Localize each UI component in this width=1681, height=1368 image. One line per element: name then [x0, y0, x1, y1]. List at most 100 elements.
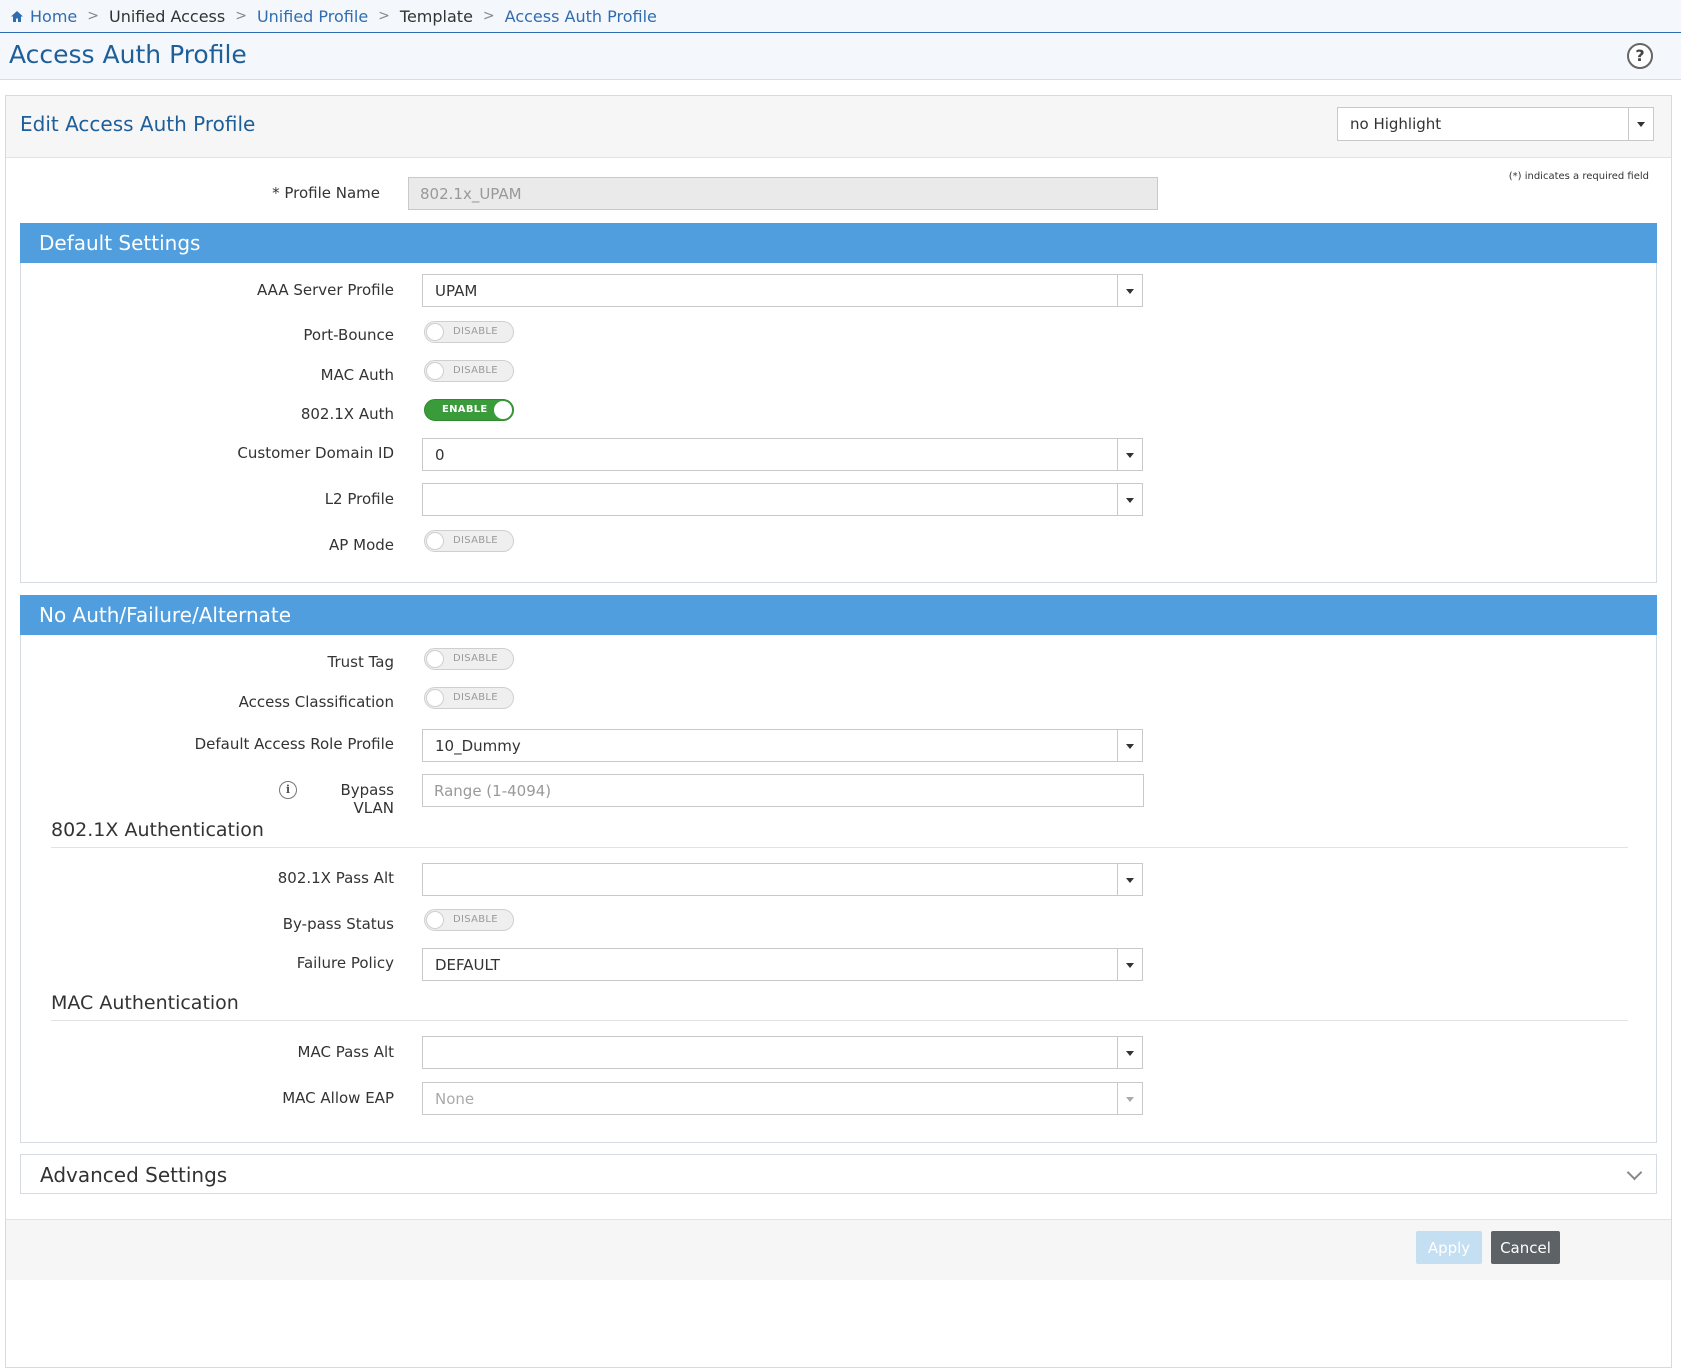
- required-field-note: (*) indicates a required field: [1508, 171, 1649, 182]
- bypass-status-toggle[interactable]: DISABLE: [424, 909, 514, 931]
- cancel-button[interactable]: Cancel: [1491, 1231, 1560, 1264]
- dot1x-pass-alt-label: 802.1X Pass Alt: [277, 869, 394, 887]
- mac-allow-eap-label: MAC Allow EAP: [282, 1089, 394, 1107]
- caret-down-icon: [1126, 962, 1134, 968]
- caret-down-icon: [1126, 743, 1134, 749]
- caret-down-icon: [1126, 452, 1134, 458]
- breadcrumb-separator: >: [378, 8, 390, 24]
- default-access-role-profile-label: Default Access Role Profile: [194, 735, 394, 753]
- highlight-select[interactable]: no Highlight: [1337, 107, 1654, 141]
- dropdown-toggle[interactable]: [1117, 864, 1142, 895]
- divider: [51, 847, 1628, 848]
- customer-domain-id-value: 0: [435, 446, 445, 464]
- dropdown-toggle[interactable]: [1117, 275, 1142, 306]
- form-footer: Apply Cancel: [6, 1219, 1671, 1280]
- default-settings-header: Default Settings: [20, 223, 1657, 263]
- dropdown-toggle[interactable]: [1117, 949, 1142, 980]
- highlight-select-value: no Highlight: [1350, 115, 1442, 133]
- page-title: Access Auth Profile: [9, 40, 247, 69]
- dropdown-toggle[interactable]: [1117, 439, 1142, 470]
- ap-mode-label: AP Mode: [329, 536, 394, 554]
- toggle-state: DISABLE: [453, 365, 498, 376]
- mac-allow-eap-select: None: [422, 1082, 1143, 1115]
- ap-mode-toggle[interactable]: DISABLE: [424, 530, 514, 552]
- breadcrumb-separator: >: [235, 8, 247, 24]
- breadcrumb-unified-profile-link[interactable]: Unified Profile: [257, 7, 368, 26]
- default-settings-body: [20, 263, 1657, 583]
- port-bounce-label: Port-Bounce: [303, 326, 394, 344]
- breadcrumb-separator: >: [87, 8, 99, 24]
- failure-policy-label: Failure Policy: [296, 954, 394, 972]
- caret-down-icon: [1126, 1050, 1134, 1056]
- trust-tag-toggle[interactable]: DISABLE: [424, 648, 514, 670]
- breadcrumb-access-auth-profile-link[interactable]: Access Auth Profile: [505, 7, 657, 26]
- toggle-knob: [426, 362, 444, 380]
- aaa-server-profile-select[interactable]: UPAM: [422, 274, 1143, 307]
- trust-tag-label: Trust Tag: [327, 653, 395, 671]
- no-auth-title: No Auth/Failure/Alternate: [39, 603, 292, 627]
- help-icon[interactable]: ?: [1627, 43, 1653, 69]
- edit-panel: Edit Access Auth Profile no Highlight (*…: [5, 95, 1672, 1368]
- caret-down-icon: [1126, 1096, 1134, 1102]
- aaa-server-profile-value: UPAM: [435, 282, 478, 300]
- bypass-vlan-input[interactable]: Range (1-4094): [422, 774, 1144, 807]
- default-settings-title: Default Settings: [39, 231, 201, 255]
- port-bounce-toggle[interactable]: DISABLE: [424, 321, 514, 343]
- default-access-role-profile-select[interactable]: 10_Dummy: [422, 729, 1143, 762]
- aaa-server-profile-label: AAA Server Profile: [257, 281, 394, 299]
- breadcrumb-template: Template: [399, 6, 473, 26]
- mac-auth-toggle[interactable]: DISABLE: [424, 360, 514, 382]
- advanced-settings-accordion[interactable]: Advanced Settings: [20, 1154, 1657, 1194]
- failure-policy-select[interactable]: DEFAULT: [422, 948, 1143, 981]
- breadcrumb-home-link[interactable]: Home: [30, 7, 77, 26]
- dot1x-authentication-title: 802.1X Authentication: [51, 819, 264, 841]
- profile-name-label: * Profile Name: [272, 184, 380, 202]
- toggle-knob: [426, 650, 444, 668]
- panel-title: Edit Access Auth Profile: [20, 112, 256, 136]
- caret-down-icon: [1126, 877, 1134, 883]
- toggle-state: DISABLE: [453, 692, 498, 703]
- home-icon[interactable]: [10, 10, 24, 23]
- no-auth-header: No Auth/Failure/Alternate: [20, 595, 1657, 635]
- highlight-select-toggle[interactable]: [1628, 108, 1653, 140]
- chevron-down-icon[interactable]: [1626, 1164, 1643, 1181]
- l2-profile-select[interactable]: [422, 483, 1143, 516]
- dot1x-pass-alt-select[interactable]: [422, 863, 1143, 896]
- default-access-role-profile-value: 10_Dummy: [435, 737, 521, 755]
- advanced-settings-title: Advanced Settings: [40, 1163, 228, 1187]
- toggle-knob: [426, 689, 444, 707]
- customer-domain-id-label: Customer Domain ID: [237, 444, 394, 462]
- divider: [51, 1020, 1628, 1021]
- page-header: Access Auth Profile ?: [0, 33, 1681, 80]
- access-classification-label: Access Classification: [238, 693, 394, 711]
- panel-header: Edit Access Auth Profile no Highlight: [6, 96, 1671, 158]
- mac-auth-label: MAC Auth: [320, 366, 394, 384]
- breadcrumb: Home > Unified Access > Unified Profile …: [0, 0, 1681, 33]
- toggle-state: DISABLE: [453, 535, 498, 546]
- toggle-knob: [426, 323, 444, 341]
- dropdown-toggle[interactable]: [1117, 730, 1142, 761]
- bypass-vlan-label: Bypass VLAN: [340, 781, 394, 817]
- access-classification-toggle[interactable]: DISABLE: [424, 687, 514, 709]
- mac-authentication-title: MAC Authentication: [51, 992, 239, 1014]
- toggle-knob: [426, 532, 444, 550]
- customer-domain-id-select[interactable]: 0: [422, 438, 1143, 471]
- info-icon[interactable]: i: [279, 781, 297, 799]
- mac-pass-alt-select[interactable]: [422, 1036, 1143, 1069]
- dropdown-toggle[interactable]: [1117, 484, 1142, 515]
- dot1x-auth-toggle[interactable]: ENABLE: [424, 399, 514, 421]
- toggle-knob: [494, 401, 512, 419]
- dropdown-toggle: [1117, 1083, 1142, 1114]
- profile-name-input: 802.1x_UPAM: [408, 177, 1158, 210]
- caret-down-icon: [1126, 497, 1134, 503]
- mac-allow-eap-value: None: [435, 1090, 475, 1108]
- dropdown-toggle[interactable]: [1117, 1037, 1142, 1068]
- caret-down-icon: [1126, 288, 1134, 294]
- apply-button[interactable]: Apply: [1416, 1231, 1482, 1264]
- bypass-status-label: By-pass Status: [282, 915, 394, 933]
- toggle-state: ENABLE: [442, 404, 488, 415]
- breadcrumb-separator: >: [482, 8, 495, 24]
- dot1x-auth-label: 802.1X Auth: [300, 405, 394, 423]
- toggle-knob: [426, 911, 444, 929]
- failure-policy-value: DEFAULT: [435, 956, 500, 974]
